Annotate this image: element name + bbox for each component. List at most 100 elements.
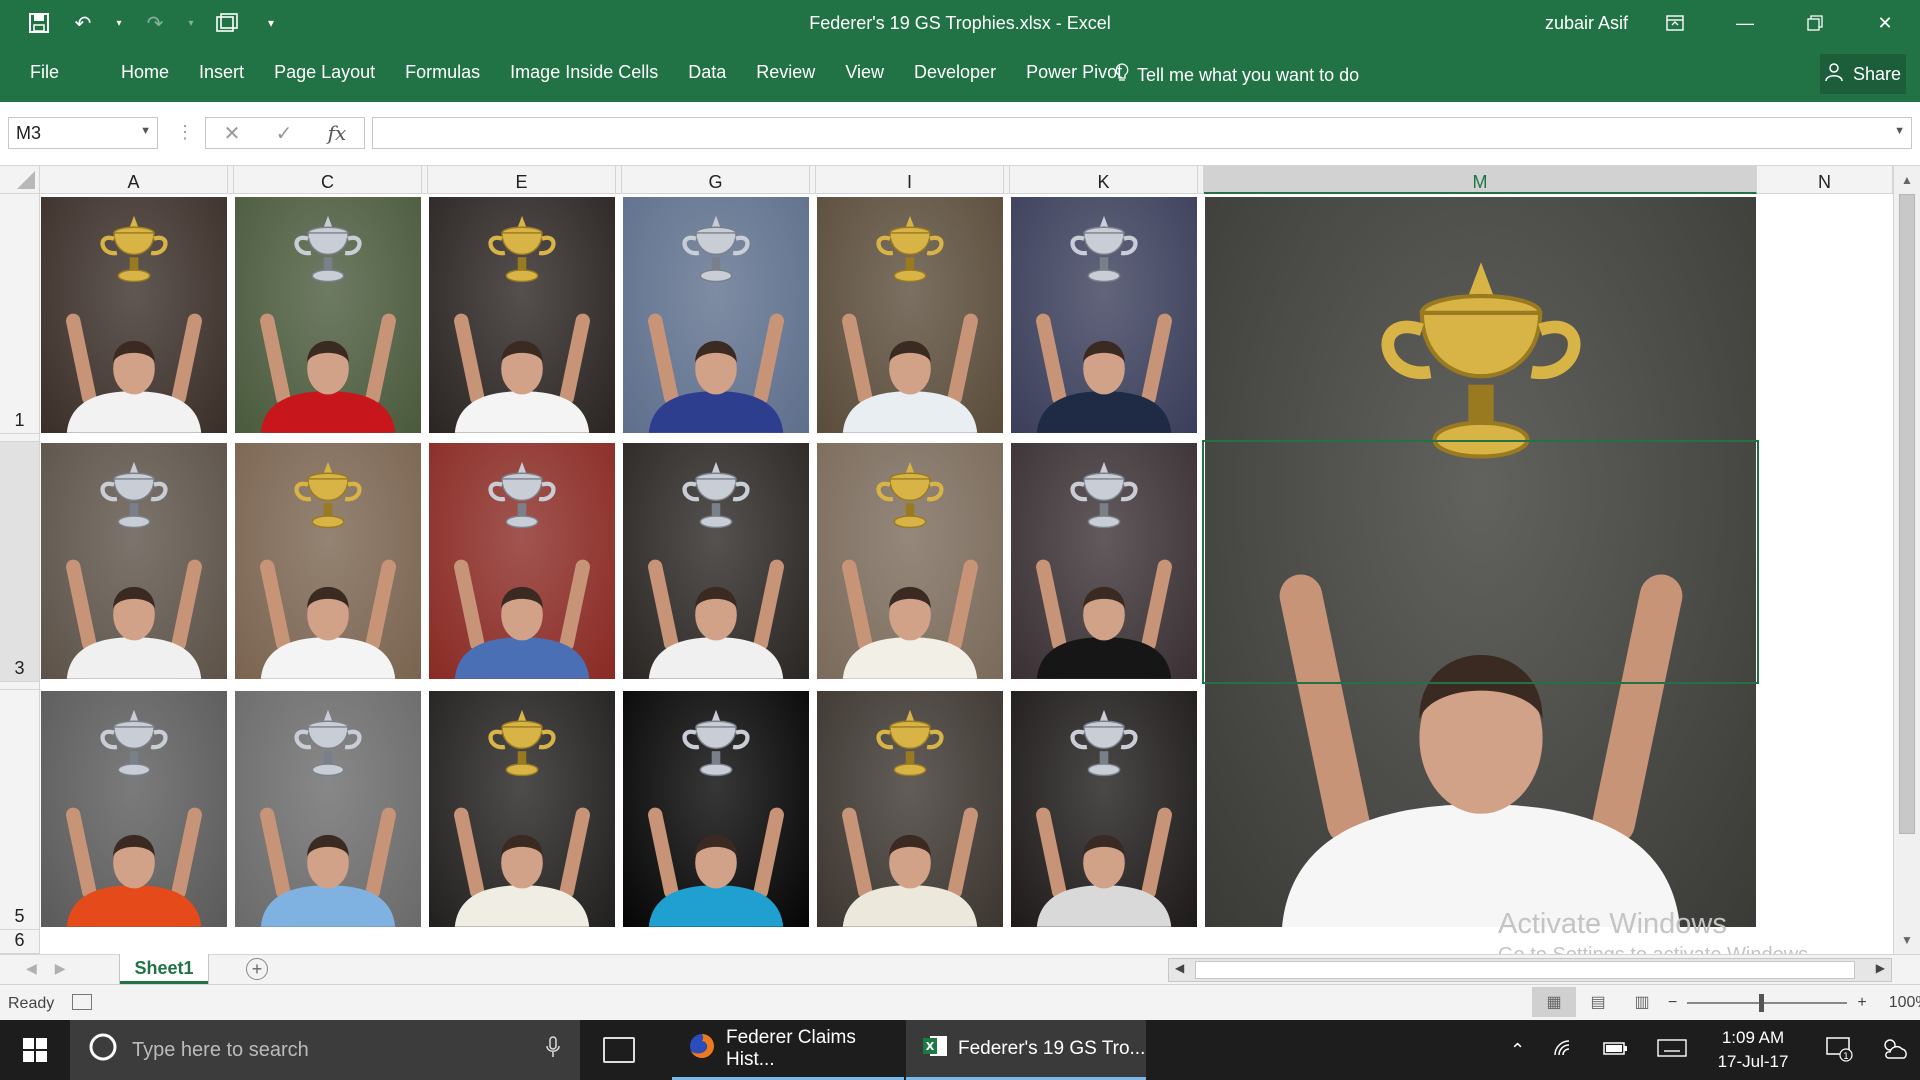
redo-dropdown-icon[interactable]: ▾	[186, 10, 196, 36]
microphone-icon[interactable]	[546, 1036, 560, 1064]
tab-formulas[interactable]: Formulas	[405, 62, 480, 83]
taskbar-clock[interactable]: 1:09 AM 17-Jul-17	[1708, 1026, 1798, 1074]
taskbar-app-firefox[interactable]: Federer Claims Hist...	[672, 1020, 904, 1080]
zoom-level[interactable]: 100%	[1889, 994, 1920, 1012]
customize-qat-icon[interactable]: ▾	[258, 10, 284, 36]
trophy-photo[interactable]	[622, 690, 810, 928]
column-header-c[interactable]: C	[234, 166, 422, 194]
tab-developer[interactable]: Developer	[914, 62, 996, 83]
save-icon[interactable]	[26, 10, 52, 36]
vertical-scrollbar[interactable]: ▲ ▼	[1893, 166, 1920, 954]
next-sheet-icon[interactable]: ▶	[55, 960, 66, 977]
zoom-out-icon[interactable]: −	[1668, 994, 1677, 1012]
zoom-slider[interactable]	[1687, 994, 1848, 1012]
trophy-photo[interactable]	[40, 690, 228, 928]
task-view-icon[interactable]	[603, 1037, 635, 1063]
trophy-photo[interactable]	[234, 196, 422, 434]
enter-icon[interactable]: ✓	[276, 121, 293, 146]
minimize-icon[interactable]: —	[1710, 0, 1780, 46]
select-all-button[interactable]	[0, 166, 40, 194]
column-header-n[interactable]: N	[1757, 166, 1893, 194]
vertical-scroll-thumb[interactable]	[1899, 194, 1915, 834]
share-button[interactable]: Share	[1820, 54, 1906, 94]
image-to-cells-icon[interactable]	[214, 10, 240, 36]
tab-page-layout[interactable]: Page Layout	[274, 62, 375, 83]
battery-icon[interactable]	[1603, 1040, 1629, 1061]
column-header-i[interactable]: I	[816, 166, 1004, 194]
show-hidden-icons-icon[interactable]: ⌃	[1510, 1040, 1525, 1061]
undo-dropdown-icon[interactable]: ▾	[114, 10, 124, 36]
taskbar-search-box[interactable]: Type here to search	[70, 1020, 580, 1080]
page-break-preview-icon[interactable]: ▥	[1620, 987, 1664, 1017]
scroll-left-icon[interactable]: ◀	[1175, 961, 1184, 975]
scroll-up-icon[interactable]: ▲	[1894, 168, 1920, 192]
sheet-tab-sheet1[interactable]: Sheet1	[120, 954, 208, 984]
scroll-right-icon[interactable]: ▶	[1876, 961, 1885, 975]
horizontal-scroll-thumb[interactable]	[1195, 961, 1855, 979]
weather-icon[interactable]	[1880, 1036, 1910, 1068]
page-layout-view-icon[interactable]: ▤	[1576, 987, 1620, 1017]
restore-icon[interactable]	[1780, 0, 1850, 46]
chevron-down-icon[interactable]: ▼	[140, 125, 151, 137]
wifi-icon[interactable]	[1553, 1039, 1575, 1062]
name-box[interactable]: M3 ▼	[8, 117, 158, 149]
tab-review[interactable]: Review	[756, 62, 815, 83]
zoom-in-icon[interactable]: +	[1857, 994, 1866, 1012]
scroll-down-icon[interactable]: ▼	[1894, 928, 1920, 952]
tab-home[interactable]: Home	[121, 62, 169, 83]
row-header-6[interactable]: 6	[0, 930, 40, 954]
undo-icon[interactable]: ↶	[70, 10, 96, 36]
trophy-photo[interactable]	[234, 690, 422, 928]
trophy-photo[interactable]	[816, 442, 1004, 680]
previous-sheet-icon[interactable]: ◀	[26, 960, 37, 977]
trophy-photo[interactable]	[816, 196, 1004, 434]
tab-data[interactable]: Data	[688, 62, 726, 83]
trophy-photo[interactable]	[234, 442, 422, 680]
horizontal-scrollbar[interactable]: ◀ ▶	[1168, 958, 1892, 982]
new-sheet-button[interactable]: +	[246, 958, 268, 980]
worksheet-grid[interactable]: ACEGIKMN 1356	[0, 166, 1920, 954]
taskbar-app-excel[interactable]: X Federer's 19 GS Tro...	[906, 1020, 1146, 1080]
tab-power-pivot[interactable]: Power Pivot	[1026, 62, 1122, 83]
trophy-photo[interactable]	[428, 442, 616, 680]
column-header-e[interactable]: E	[428, 166, 616, 194]
insert-function-icon[interactable]: fx	[328, 121, 347, 145]
windows-start-icon[interactable]	[0, 1020, 70, 1080]
row-header-5[interactable]: 5	[0, 690, 40, 930]
tell-me-box[interactable]: Tell me what you want to do	[1115, 63, 1359, 88]
trophy-photo[interactable]	[622, 442, 810, 680]
zoom-slider-knob[interactable]	[1759, 994, 1765, 1012]
expand-formula-bar-icon[interactable]: ▼	[1894, 125, 1905, 137]
trophy-photo[interactable]	[40, 442, 228, 680]
tab-file[interactable]: File	[30, 62, 59, 83]
column-header-m[interactable]: M	[1204, 166, 1757, 194]
ribbon-display-options-icon[interactable]	[1640, 0, 1710, 46]
tab-view[interactable]: View	[845, 62, 884, 83]
trophy-photo[interactable]	[816, 690, 1004, 928]
row-header-4[interactable]	[0, 682, 40, 690]
trophy-photo[interactable]	[428, 690, 616, 928]
trophy-photo[interactable]	[40, 196, 228, 434]
row-header-3[interactable]: 3	[0, 442, 40, 682]
column-header-a[interactable]: A	[40, 166, 228, 194]
user-name[interactable]: zubair Asif	[1545, 13, 1628, 34]
trophy-photo[interactable]	[1010, 196, 1198, 434]
redo-icon[interactable]: ↷	[142, 10, 168, 36]
trophy-photo[interactable]	[1010, 442, 1198, 680]
trophy-photo[interactable]	[1010, 690, 1198, 928]
normal-view-icon[interactable]: ▦	[1532, 987, 1576, 1017]
formula-input[interactable]: ▼	[372, 117, 1912, 149]
formula-bar-splitter-icon[interactable]: ⋮	[176, 122, 194, 143]
tab-insert[interactable]: Insert	[199, 62, 244, 83]
row-header-1[interactable]: 1	[0, 194, 40, 434]
trophy-photo-large[interactable]	[1204, 196, 1757, 928]
column-header-k[interactable]: K	[1010, 166, 1198, 194]
column-header-g[interactable]: G	[622, 166, 810, 194]
action-center-icon[interactable]: 1	[1826, 1036, 1854, 1068]
keyboard-icon[interactable]	[1657, 1038, 1687, 1062]
trophy-photo[interactable]	[428, 196, 616, 434]
cancel-icon[interactable]: ✕	[224, 121, 241, 146]
macro-recording-icon[interactable]	[72, 994, 92, 1010]
trophy-photo[interactable]	[622, 196, 810, 434]
row-header-2[interactable]	[0, 434, 40, 442]
